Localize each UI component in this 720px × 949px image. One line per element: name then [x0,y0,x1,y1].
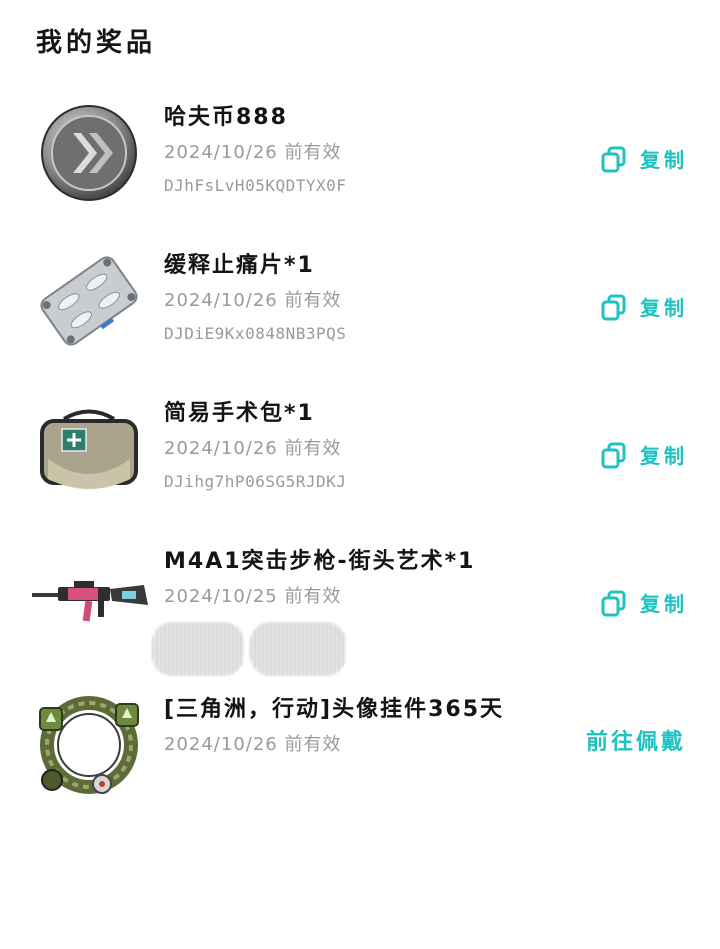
redaction-scribble [152,622,244,676]
copy-button[interactable]: 复制 [600,440,688,469]
prize-expiry: 2024/10/26 前有效 [164,290,342,311]
copy-button[interactable]: 复制 [600,144,688,173]
redeem-code: DJDiE9Kx0848NB3PQS [164,324,347,343]
prize-name: 哈夫币888 [164,105,288,130]
redeem-code: DJihg7hP06SG5RJDKJ [164,472,347,491]
copy-label: 复制 [640,444,688,468]
copy-button[interactable]: 复制 [600,292,688,321]
go-wear-button[interactable]: 前往佩戴 [586,724,686,756]
copy-icon [601,294,626,320]
prize-expiry: 2024/10/26 前有效 [164,734,342,755]
prize-name: [三角洲，行动]头像挂件365天 [164,697,505,722]
prize-expiry: 2024/10/26 前有效 [164,438,342,459]
surgery-kit-icon [30,390,148,508]
copy-icon [601,590,626,616]
prize-expiry: 2024/10/25 前有效 [164,586,342,607]
copy-label: 复制 [640,592,688,616]
prize-name: 简易手术包*1 [164,401,315,426]
prize-name: M4A1突击步枪-街头艺术*1 [164,549,476,574]
prize-expiry: 2024/10/26 前有效 [164,142,342,163]
copy-icon [601,442,626,468]
coin-icon [30,94,148,212]
redeem-code: DJhFsLvH05KQDTYX0F [164,176,347,195]
prize-item: 缓释止痛片*1 2024/10/26 前有效 DJDiE9Kx0848NB3PQ… [0,240,720,388]
prize-item: 哈夫币888 2024/10/26 前有效 DJhFsLvH05KQDTYX0F… [0,92,720,240]
copy-label: 复制 [640,148,688,172]
redaction-scribble [250,622,346,676]
prize-item: M4A1突击步枪-街头艺术*1 2024/10/25 前有效 复制 [0,536,720,684]
rifle-icon [28,538,152,656]
prize-item: [三角洲，行动]头像挂件365天 2024/10/26 前有效 前往佩戴 [0,684,720,832]
copy-icon [601,146,626,172]
prize-list: 哈夫币888 2024/10/26 前有效 DJhFsLvH05KQDTYX0F… [0,92,720,832]
copy-label: 复制 [640,296,688,320]
pill-pack-icon [30,242,148,360]
avatar-frame-icon [30,686,148,804]
prize-item: 简易手术包*1 2024/10/26 前有效 DJihg7hP06SG5RJDK… [0,388,720,536]
copy-button[interactable]: 复制 [600,588,688,617]
page-title: 我的奖品 [36,28,157,58]
prize-name: 缓释止痛片*1 [164,253,315,278]
